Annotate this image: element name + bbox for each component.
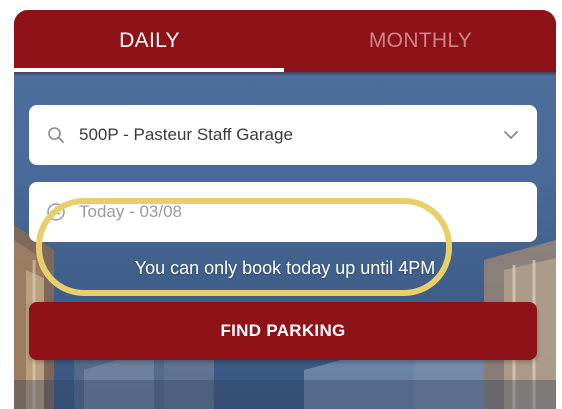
chevron-down-icon[interactable] bbox=[501, 125, 521, 145]
find-parking-button[interactable]: FIND PARKING bbox=[29, 302, 537, 360]
tab-monthly-label: MONTHLY bbox=[368, 29, 473, 52]
clock-icon bbox=[45, 201, 67, 223]
date-value: Today - 03/08 bbox=[79, 202, 183, 221]
location-select[interactable]: 500P - Pasteur Staff Garage bbox=[29, 105, 537, 165]
location-value: 500P - Pasteur Staff Garage bbox=[79, 125, 293, 144]
search-icon bbox=[45, 124, 67, 146]
booking-type-tabs: DAILY MONTHLY bbox=[14, 10, 556, 72]
parking-search-card: DAILY MONTHLY 500P - Pasteur Staff Garag… bbox=[14, 10, 556, 409]
date-field[interactable]: Today - 03/08 bbox=[29, 182, 537, 242]
tab-monthly[interactable]: MONTHLY bbox=[285, 10, 556, 72]
booking-cutoff-notice: You can only book today up until 4PM bbox=[134, 258, 436, 278]
tab-daily[interactable]: DAILY bbox=[14, 10, 285, 72]
tab-bar-shadow bbox=[14, 72, 556, 76]
tab-daily-label: DAILY bbox=[119, 29, 180, 52]
